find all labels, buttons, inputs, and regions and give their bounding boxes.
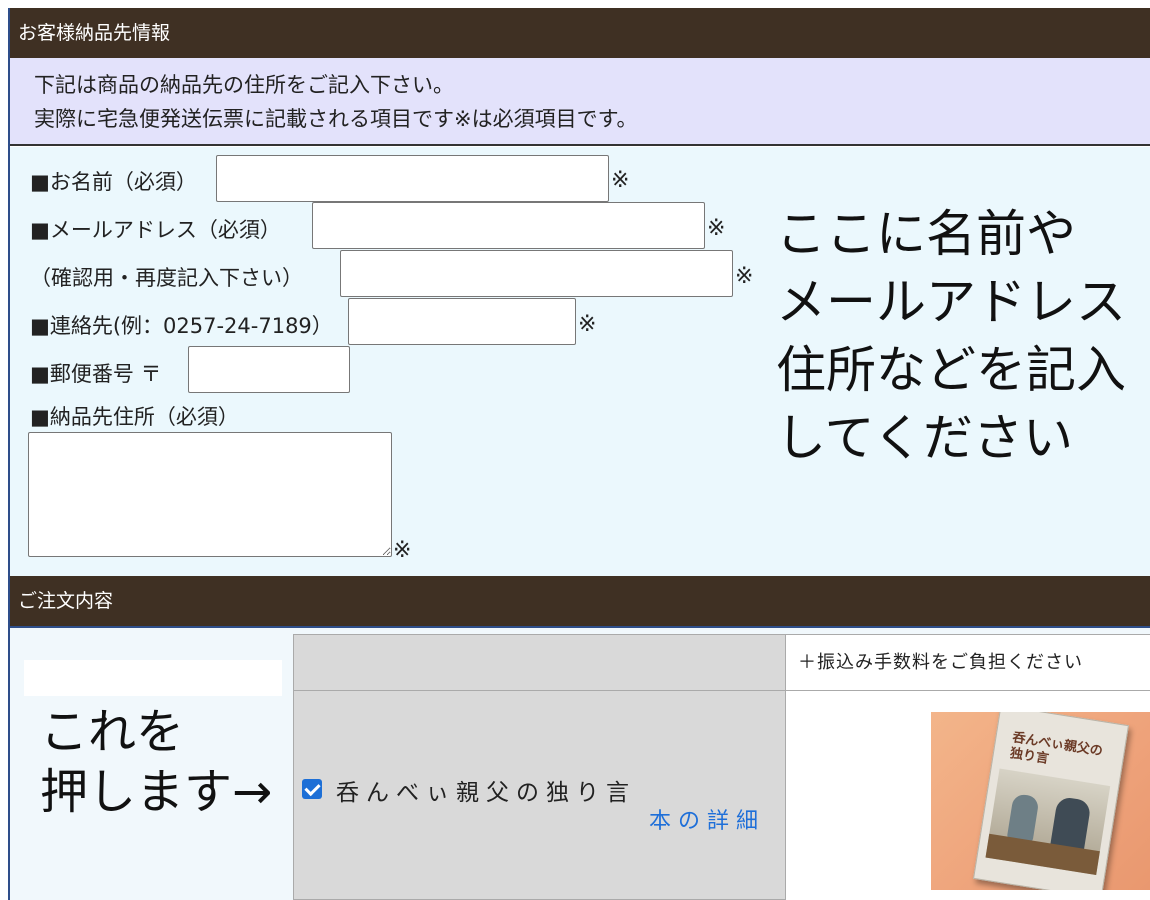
product-table-header-cell — [293, 634, 786, 691]
push-line-2: 押します→ — [40, 764, 273, 820]
book-cover-illustration — [985, 768, 1111, 875]
book-cover-image[interactable]: 呑んべぃ親父の 独り言 — [931, 712, 1150, 890]
order-blank-cell — [24, 660, 282, 696]
notice-line-2: 実際に宅急便発送伝票に記載される項目です※は必須項目です。 — [34, 107, 638, 131]
notice-line-1: 下記は商品の納品先の住所をご記入下さい。 — [34, 73, 454, 97]
postal-code-input[interactable] — [188, 346, 350, 393]
name-required-mark: ※ — [611, 168, 630, 193]
email-required-mark: ※ — [707, 216, 726, 241]
address-textarea[interactable] — [28, 432, 392, 557]
name-label: ■お名前（必須） — [30, 170, 197, 194]
address-label: ■納品先住所（必須） — [30, 405, 239, 429]
push-instruction-annotation: これを 押します→ — [40, 702, 272, 822]
book-cover-title: 呑んべぃ親父の 独り言 — [1008, 730, 1104, 768]
book: 呑んべぃ親父の 独り言 — [973, 712, 1129, 890]
email-input[interactable] — [312, 202, 705, 249]
push-line-1: これを — [40, 704, 185, 760]
annotation-line-1: ここに名前や — [776, 205, 1076, 263]
annotation-line-2: メールアドレス — [776, 273, 1126, 331]
name-input[interactable] — [216, 155, 609, 202]
phone-input[interactable] — [348, 298, 576, 345]
postal-label: ■郵便番号 〒 — [30, 362, 162, 386]
email-confirm-label: （確認用・再度記入下さい） — [30, 266, 303, 290]
phone-label: ■連絡先(例：0257-24-7189） — [30, 314, 333, 338]
annotation-line-4: してください — [776, 409, 1073, 467]
order-contents-header: ご注文内容 — [10, 576, 1150, 626]
delivery-info-header: お客様納品先情報 — [10, 8, 1150, 58]
delivery-notice: 下記は商品の納品先の住所をご記入下さい。 実際に宅急便発送伝票に記載される項目で… — [10, 58, 1150, 146]
form-instruction-annotation: ここに名前や メールアドレス 住所などを記入 してください — [776, 200, 1126, 472]
annotation-line-3: 住所などを記入 — [776, 341, 1126, 399]
product-checkbox[interactable] — [302, 779, 322, 799]
phone-required-mark: ※ — [578, 312, 597, 337]
email-label: ■メールアドレス（必須） — [30, 218, 281, 242]
product-name: 呑んべぃ親父の独り言 — [336, 780, 636, 806]
fee-note: ＋振込み手数料をご負担ください — [786, 634, 1150, 691]
book-detail-link[interactable]: 本の詳細 — [649, 803, 765, 835]
address-required-mark: ※ — [393, 538, 412, 563]
email-confirm-required-mark: ※ — [735, 264, 754, 289]
email-confirm-input[interactable] — [340, 250, 733, 297]
